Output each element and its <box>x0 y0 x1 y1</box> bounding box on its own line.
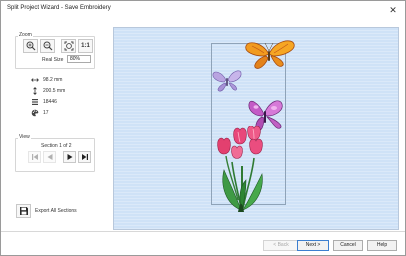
zoom-in-icon <box>26 41 35 51</box>
palette-icon <box>31 109 39 117</box>
section-indicator: Section 1 of 2 <box>41 143 72 149</box>
help-button[interactable]: Help <box>367 240 397 251</box>
design-preview-canvas[interactable] <box>113 27 399 230</box>
actual-size-button[interactable]: 1:1 <box>78 39 93 53</box>
zoom-to-fit-button[interactable] <box>61 39 76 53</box>
save-disk-icon <box>19 207 28 215</box>
next-section-button[interactable] <box>63 151 76 163</box>
export-all-sections-button[interactable] <box>16 204 31 218</box>
back-button[interactable]: < Back <box>263 240 299 251</box>
real-size-input[interactable]: 80% <box>67 55 91 63</box>
zoom-out-button[interactable] <box>40 39 55 53</box>
tulips-image <box>217 126 263 212</box>
window-title: Split Project Wizard - Save Embroidery <box>7 5 111 11</box>
real-size-label: Real Size <box>42 57 64 63</box>
split-project-wizard-window: Split Project Wizard - Save Embroidery ✕… <box>0 0 406 256</box>
butterfly-orange-image <box>245 40 295 69</box>
view-group-label: View <box>18 134 31 140</box>
colors-info: 17 <box>31 109 49 117</box>
previous-section-button[interactable] <box>43 151 56 163</box>
zoom-in-button[interactable] <box>23 39 38 53</box>
one-to-one-icon: 1:1 <box>81 43 90 49</box>
skip-last-icon <box>81 154 88 160</box>
skip-first-icon <box>31 154 38 160</box>
stitch-count-icon <box>31 98 39 106</box>
export-all-sections-label: Export All Sections <box>35 208 77 214</box>
zoom-fit-icon <box>64 41 73 51</box>
next-button[interactable]: Next > <box>297 240 329 251</box>
height-arrow-icon <box>31 87 39 95</box>
title-bar: Split Project Wizard - Save Embroidery ✕ <box>1 1 405 19</box>
height-value: 200.5 mm <box>43 88 66 94</box>
width-info: 98.2 mm <box>31 76 62 84</box>
play-back-icon <box>47 154 52 160</box>
zoom-group-label: Zoom <box>18 32 33 38</box>
footer-separator <box>1 231 405 232</box>
colors-value: 17 <box>43 110 49 116</box>
butterfly-lavender-image <box>212 70 242 92</box>
first-section-button[interactable] <box>28 151 41 163</box>
width-value: 98.2 mm <box>43 77 63 83</box>
close-icon[interactable]: ✕ <box>387 4 399 16</box>
play-forward-icon <box>67 154 72 160</box>
height-info: 200.5 mm <box>31 87 65 95</box>
zoom-out-icon <box>43 41 52 51</box>
last-section-button[interactable] <box>78 151 91 163</box>
stitches-value: 18446 <box>43 99 57 105</box>
cancel-button[interactable]: Cancel <box>333 240 363 251</box>
stitches-info: 18446 <box>31 98 57 106</box>
width-arrow-icon <box>31 76 39 84</box>
